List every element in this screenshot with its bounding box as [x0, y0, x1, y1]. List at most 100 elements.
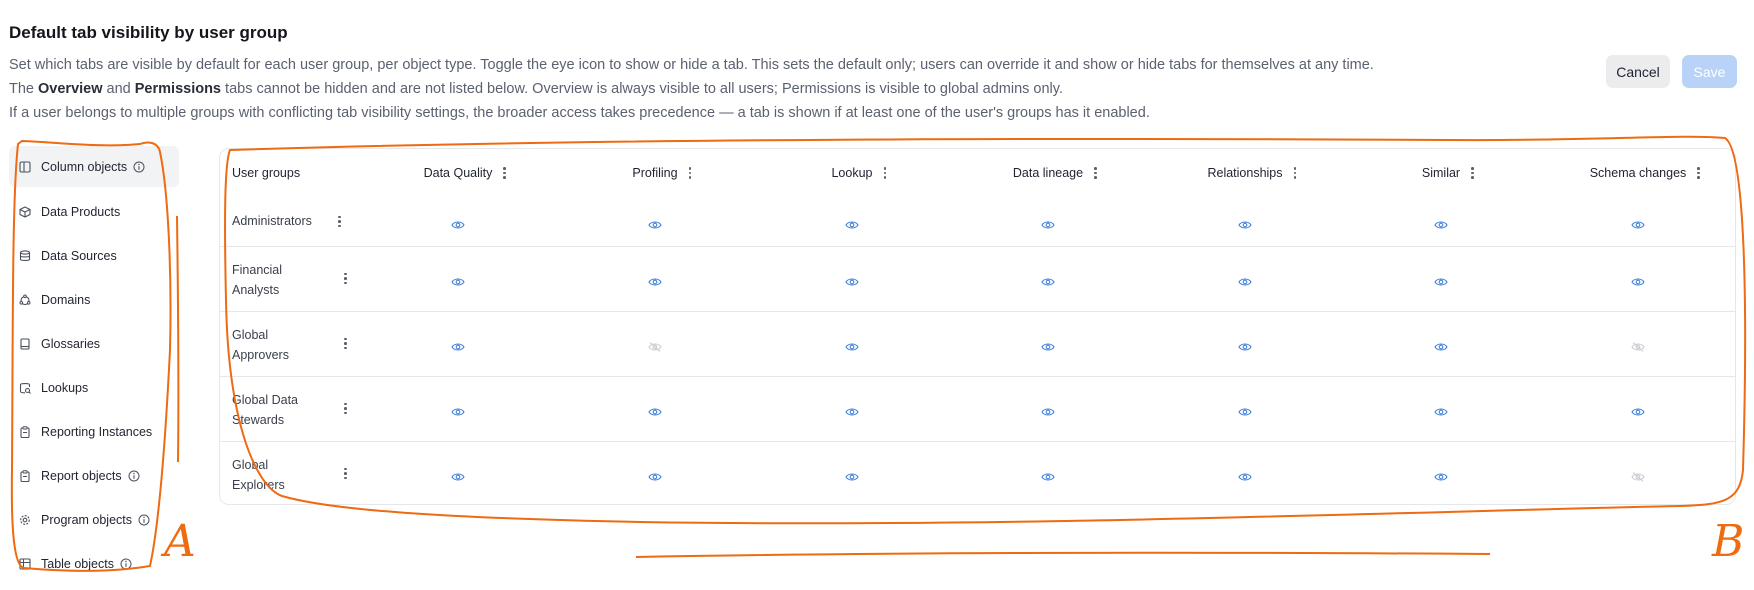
sidebar-item-glossaries[interactable]: Glossaries	[9, 322, 179, 366]
sidebar-item-label: Data Products	[41, 205, 121, 219]
sidebar-item-column-objects[interactable]: Column objects	[9, 146, 179, 187]
eye-icon[interactable]	[1041, 404, 1055, 416]
eye-icon[interactable]	[1238, 274, 1252, 286]
eye-icon[interactable]	[451, 339, 465, 351]
sidebar-item-data-sources[interactable]: Data Sources	[9, 234, 179, 278]
eye-icon[interactable]	[1434, 404, 1448, 416]
table-icon	[19, 558, 31, 570]
sidebar-item-label: Report objects	[41, 469, 122, 483]
eye-off-icon[interactable]	[648, 339, 662, 352]
table-header: User groups Data Quality Profiling Lookup Da…	[220, 149, 1735, 199]
eye-icon[interactable]	[1631, 274, 1645, 286]
column-options-icon[interactable]	[1470, 166, 1474, 180]
row-options-icon[interactable]	[343, 402, 347, 416]
sidebar-item-label: Program objects	[41, 513, 133, 527]
eye-icon[interactable]	[845, 469, 859, 481]
sidebar-item-report-objects[interactable]: Report objects	[9, 454, 179, 498]
user-group-name: Global Approvers	[232, 327, 289, 362]
sidebar-item-program-objects[interactable]: Program objects	[9, 498, 179, 542]
column-options-icon[interactable]	[1093, 166, 1097, 180]
eye-icon[interactable]	[1041, 274, 1055, 286]
user-group-name: Financial Analysts	[232, 262, 283, 297]
header-user-groups: User groups	[232, 166, 301, 180]
sidebar-item-domains[interactable]: Domains	[9, 278, 179, 322]
column-header-relationships: Relationships	[1207, 166, 1297, 180]
column-options-icon[interactable]	[1293, 166, 1297, 180]
sidebar-item-table-objects[interactable]: Table objects	[9, 542, 179, 586]
eye-icon[interactable]	[1041, 217, 1055, 229]
sidebar-item-data-products[interactable]: Data Products	[9, 190, 179, 234]
gear-icon	[19, 514, 31, 526]
eye-off-icon[interactable]	[1631, 469, 1645, 482]
info-icon[interactable]	[133, 161, 145, 173]
desc-text: and	[102, 81, 135, 97]
eye-icon[interactable]	[845, 339, 859, 351]
cancel-button[interactable]: Cancel	[1606, 55, 1670, 88]
eye-off-icon[interactable]	[1631, 339, 1645, 352]
eye-icon[interactable]	[845, 404, 859, 416]
table-row: Financial Analysts	[220, 246, 1735, 311]
eye-icon[interactable]	[1238, 217, 1252, 229]
column-header-label: Data lineage	[1012, 166, 1084, 180]
eye-icon[interactable]	[648, 217, 662, 229]
eye-icon[interactable]	[1041, 339, 1055, 351]
column-options-icon[interactable]	[1696, 166, 1700, 180]
column-options-icon[interactable]	[688, 166, 692, 180]
eye-icon[interactable]	[1238, 469, 1252, 481]
eye-icon[interactable]	[845, 217, 859, 229]
database-icon	[19, 250, 31, 262]
desc-bold-permissions: Permissions	[134, 81, 222, 97]
sidebar-item-label: Column objects	[41, 159, 128, 174]
column-header-label: Data Quality	[423, 166, 493, 180]
info-icon[interactable]	[138, 514, 150, 526]
desc-bold-overview: Overview	[38, 81, 103, 97]
column-header-similar: Similar	[1422, 166, 1474, 180]
eye-icon[interactable]	[451, 404, 465, 416]
info-icon[interactable]	[128, 470, 140, 482]
eye-icon[interactable]	[1434, 217, 1448, 229]
eye-icon[interactable]	[1434, 469, 1448, 481]
eye-icon[interactable]	[1238, 339, 1252, 351]
eye-icon[interactable]	[451, 217, 465, 229]
save-button[interactable]: Save	[1682, 55, 1737, 88]
eye-icon[interactable]	[451, 274, 465, 286]
column-header-lookup: Lookup	[831, 166, 887, 180]
column-header-data-quality: Data Quality	[424, 166, 507, 180]
eye-icon[interactable]	[1238, 404, 1252, 416]
column-header-schema-changes: Schema changes	[1590, 166, 1701, 180]
info-icon[interactable]	[120, 558, 132, 570]
column-header-label: Lookup	[831, 166, 873, 180]
domain-icon	[19, 294, 31, 306]
column-header-profiling: Profiling	[632, 166, 692, 180]
eye-icon[interactable]	[1041, 469, 1055, 481]
column-header-data-lineage: Data lineage	[1013, 166, 1097, 180]
table-row: Global Data Stewards	[220, 376, 1735, 441]
description-line-3: If a user belongs to multiple groups wit…	[9, 105, 1150, 121]
eye-icon[interactable]	[845, 274, 859, 286]
eye-icon[interactable]	[1434, 339, 1448, 351]
cube-icon	[19, 206, 31, 218]
sidebar-item-lookups[interactable]: Lookups	[9, 366, 179, 410]
desc-text: tabs cannot be hidden and are not listed…	[221, 81, 1063, 97]
eye-icon[interactable]	[1631, 217, 1645, 229]
eye-icon[interactable]	[648, 469, 662, 481]
row-options-icon[interactable]	[343, 467, 347, 481]
sidebar-item-label: Table objects	[41, 557, 114, 571]
eye-icon[interactable]	[451, 469, 465, 481]
sidebar-item-reporting-instances[interactable]: Reporting Instances	[9, 410, 179, 454]
eye-icon[interactable]	[648, 274, 662, 286]
sidebar-item-label: Glossaries	[41, 337, 101, 351]
eye-icon[interactable]	[1631, 404, 1645, 416]
row-options-icon[interactable]	[343, 337, 347, 351]
description-line-2: The Overview and Permissions tabs cannot…	[9, 81, 1063, 97]
table-row: Global Approvers	[220, 311, 1735, 376]
row-options-icon[interactable]	[343, 272, 347, 286]
column-options-icon[interactable]	[502, 166, 506, 180]
desc-text: The	[9, 81, 39, 97]
eye-icon[interactable]	[648, 404, 662, 416]
eye-icon[interactable]	[1434, 274, 1448, 286]
column-options-icon[interactable]	[883, 166, 887, 180]
row-options-icon[interactable]	[337, 215, 341, 229]
description-line-1: Set which tabs are visible by default fo…	[9, 57, 1374, 73]
columns-icon	[19, 160, 31, 173]
